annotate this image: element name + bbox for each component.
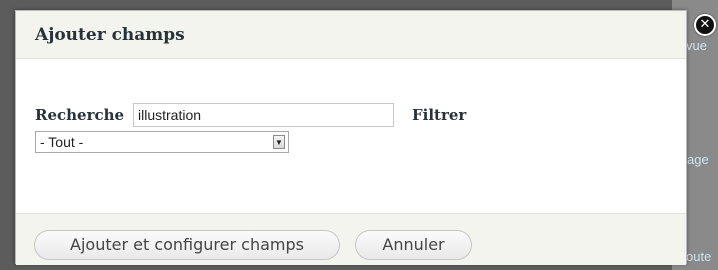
dialog-title: Ajouter champs: [35, 25, 185, 45]
filter-label: Filtrer: [412, 106, 467, 124]
cancel-button[interactable]: Annuler: [355, 230, 472, 260]
filter-select[interactable]: - Tout - ▼: [35, 131, 289, 153]
background-link-age: age: [687, 152, 709, 167]
background-link-oute: oute: [686, 249, 712, 264]
filter-select-value: - Tout -: [40, 134, 84, 150]
search-label: Recherche: [35, 106, 125, 124]
search-input[interactable]: [133, 103, 394, 127]
add-fields-dialog: Ajouter champs Recherche Filtrer - Tout …: [15, 10, 687, 265]
dialog-header: Ajouter champs: [16, 11, 686, 59]
dialog-footer: Ajouter et configurer champs Annuler: [16, 213, 686, 265]
close-icon[interactable]: ✕: [694, 14, 716, 36]
chevron-down-icon: ▼: [273, 135, 285, 149]
add-and-configure-button[interactable]: Ajouter et configurer champs: [34, 230, 340, 260]
background-link-vue: vue: [686, 38, 707, 53]
